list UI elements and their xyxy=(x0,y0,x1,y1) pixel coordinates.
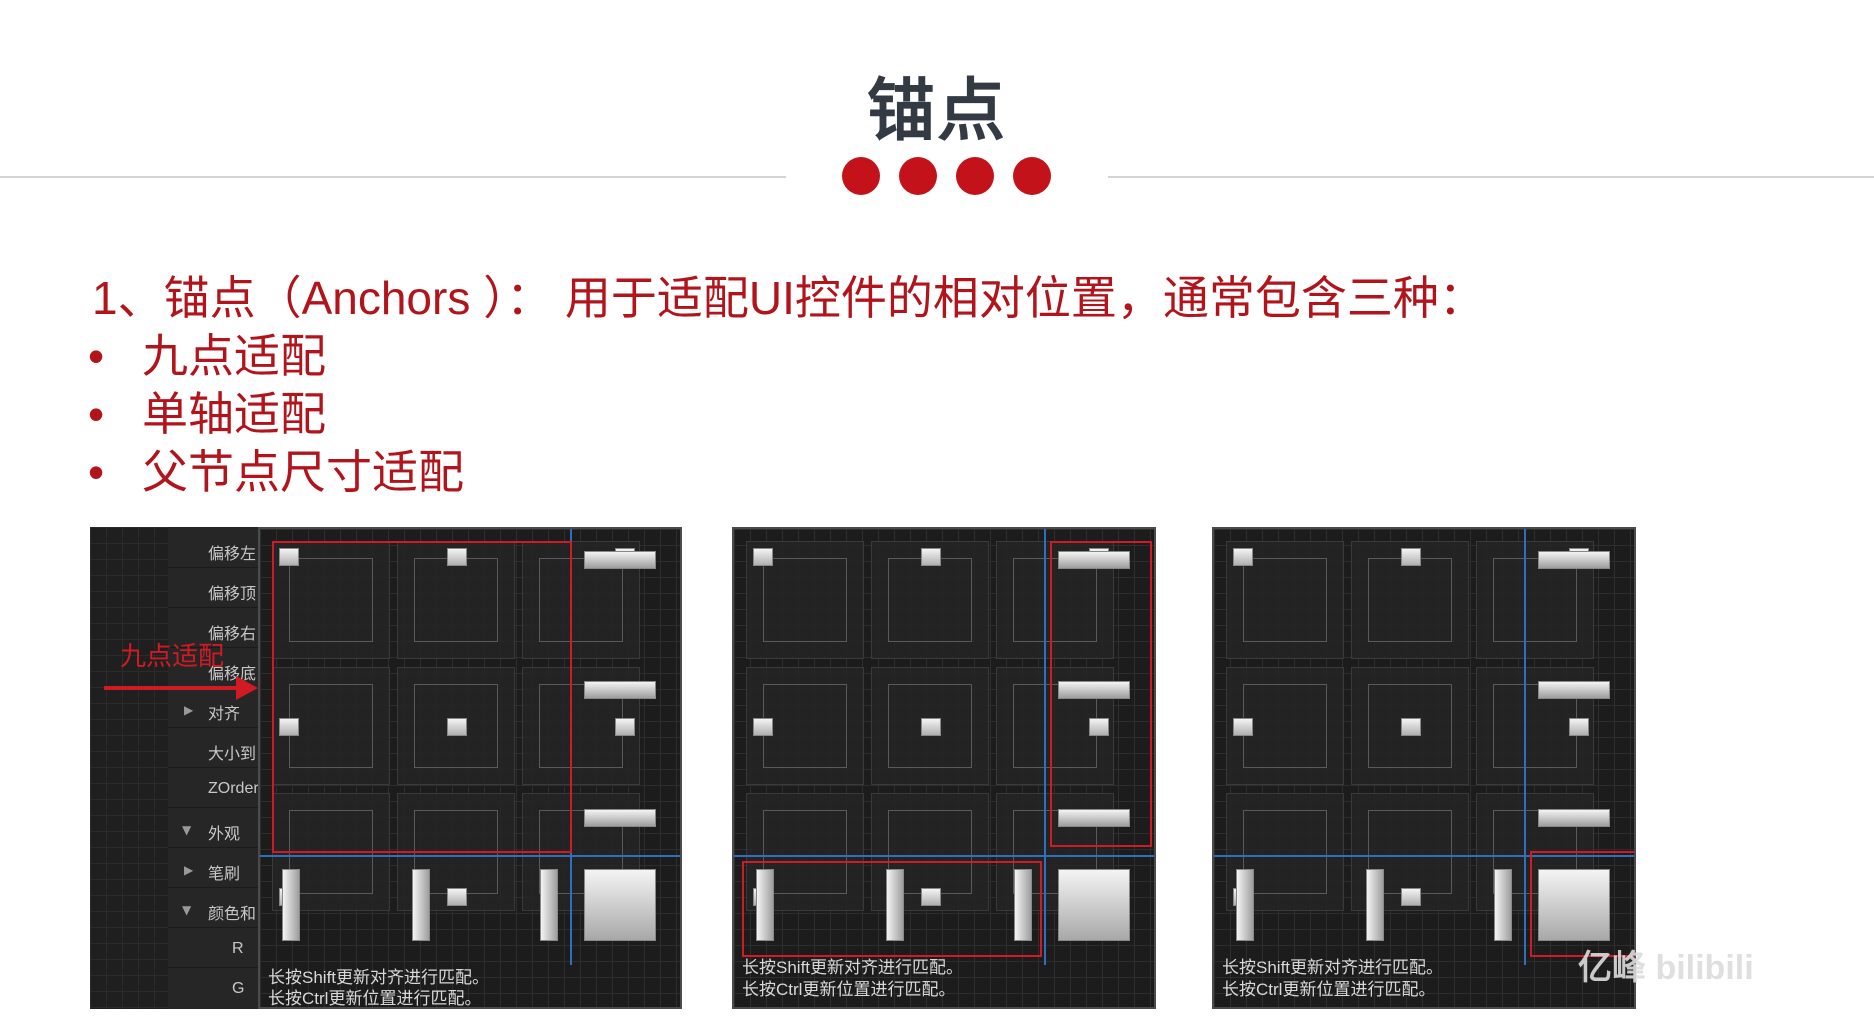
anchor-stretch-top[interactable] xyxy=(584,551,656,569)
hint-ctrl: 长按Ctrl更新位置进行匹配。 xyxy=(268,989,482,1008)
collapse-arrow-icon[interactable]: ▼ xyxy=(182,903,191,917)
bullet-item: • 父节点尺寸适配 xyxy=(88,436,464,502)
bullet-item: • 单轴适配 xyxy=(88,378,326,444)
expand-arrow-icon[interactable]: ▶ xyxy=(184,863,193,877)
title-dot xyxy=(956,157,994,195)
prop-label-appearance[interactable]: 外观 xyxy=(208,820,240,844)
hint-shift: 长按Shift更新对齐进行匹配。 xyxy=(742,958,964,977)
anchor-stretch-center-v[interactable] xyxy=(1366,869,1384,941)
anchor-cell-top-center[interactable] xyxy=(871,541,989,659)
anchor-panel-parent-size: 长按Shift更新对齐进行匹配。 长按Ctrl更新位置进行匹配。 xyxy=(1212,527,1636,1009)
prop-label-offset-top[interactable]: 偏移顶 xyxy=(208,580,256,604)
anchor-cell-top-left[interactable] xyxy=(746,541,864,659)
anchor-stretch-top[interactable] xyxy=(1538,551,1610,569)
anchor-panel-nine-point: 长按Shift更新对齐进行匹配。 长按Ctrl更新位置进行匹配。 xyxy=(258,527,682,1009)
row-divider xyxy=(168,607,262,608)
anchor-stretch-left[interactable] xyxy=(282,869,300,941)
prop-label-alignment[interactable]: 对齐 xyxy=(208,700,240,724)
row-divider xyxy=(168,567,262,568)
highlight-nine-point xyxy=(272,541,572,853)
sidebar-gutter xyxy=(90,527,168,1009)
prop-label-size-to[interactable]: 大小到 xyxy=(208,740,256,764)
details-sidebar: 偏移左 偏移顶 偏移右 偏移底 ▶ 对齐 大小到 ZOrder ▼ 外观 ▶ 笔… xyxy=(90,527,262,1009)
anchor-stretch-right[interactable] xyxy=(540,869,558,941)
bullet-item: • 九点适配 xyxy=(88,320,326,386)
anchor-cell-center[interactable] xyxy=(871,667,989,785)
expand-arrow-icon[interactable]: ▶ xyxy=(184,703,193,717)
page-title: 锚点 xyxy=(866,72,1007,151)
hint-ctrl: 长按Ctrl更新位置进行匹配。 xyxy=(742,980,956,999)
prop-label-g[interactable]: G xyxy=(232,980,244,998)
anchor-cell-middle-left[interactable] xyxy=(1226,667,1344,785)
hint-shift: 长按Shift更新对齐进行匹配。 xyxy=(1222,958,1444,977)
prop-label-brush[interactable]: 笔刷 xyxy=(208,860,240,884)
title-dot xyxy=(1013,157,1051,195)
highlight-single-axis-vertical xyxy=(1050,541,1152,847)
anchor-panel-single-axis: 长按Shift更新对齐进行匹配。 长按Ctrl更新位置进行匹配。 xyxy=(732,527,1156,1009)
intro-text: 1、锚点（Anchors ）： 用于适配UI控件的相对位置，通常包含三种： xyxy=(92,272,1485,324)
anchor-stretch-full[interactable] xyxy=(1058,869,1130,941)
anchor-stretch-full[interactable] xyxy=(584,869,656,941)
row-divider xyxy=(168,807,262,808)
anchor-stretch-middle-h[interactable] xyxy=(584,681,656,699)
annotation-arrow xyxy=(104,686,240,690)
hint-ctrl: 长按Ctrl更新位置进行匹配。 xyxy=(1222,980,1436,999)
anchor-cell-middle-left[interactable] xyxy=(746,667,864,785)
bullet-text: 父节点尺寸适配 xyxy=(142,446,464,498)
prop-label-r[interactable]: R xyxy=(232,940,244,958)
panel-divider-v xyxy=(1044,529,1046,965)
hint-shift: 长按Shift更新对齐进行匹配。 xyxy=(268,968,490,987)
prop-label-zorder[interactable]: ZOrder xyxy=(208,780,259,798)
row-divider xyxy=(168,767,262,768)
row-divider xyxy=(168,847,262,848)
title-dot xyxy=(842,157,880,195)
anchor-stretch-middle-h[interactable] xyxy=(1538,681,1610,699)
collapse-arrow-icon[interactable]: ▼ xyxy=(182,823,191,837)
annotation-label: 九点适配 xyxy=(120,641,225,671)
anchor-stretch-center-v[interactable] xyxy=(412,869,430,941)
bullet-mark: • xyxy=(88,446,105,498)
panel-divider-h xyxy=(260,855,680,857)
title-rule-right xyxy=(1108,176,1874,178)
row-divider xyxy=(168,927,262,928)
anchor-stretch-bottom[interactable] xyxy=(1538,809,1610,827)
bullet-mark: • xyxy=(88,388,105,440)
bullet-mark: • xyxy=(88,330,105,382)
title-rule-left xyxy=(0,176,786,178)
title-dot xyxy=(899,157,937,195)
panel-divider-h xyxy=(734,855,1154,857)
anchor-stretch-bottom[interactable] xyxy=(584,809,656,827)
bullet-text: 九点适配 xyxy=(142,330,326,382)
row-divider xyxy=(168,727,262,728)
row-divider xyxy=(168,887,262,888)
anchor-cell-top-left[interactable] xyxy=(1226,541,1344,659)
anchor-stretch-right[interactable] xyxy=(1494,869,1512,941)
anchor-cell-top-center[interactable] xyxy=(1351,541,1469,659)
prop-label-offset-left[interactable]: 偏移左 xyxy=(208,540,256,564)
prop-label-color[interactable]: 颜色和 xyxy=(208,900,256,924)
panel-divider-v xyxy=(1524,529,1526,965)
bullet-text: 单轴适配 xyxy=(142,388,326,440)
arrowhead-icon xyxy=(236,676,258,700)
watermark: 亿峰 bilibili xyxy=(1578,949,1754,987)
anchor-cell-center[interactable] xyxy=(1351,667,1469,785)
highlight-single-axis-horizontal xyxy=(742,861,1042,957)
row-divider xyxy=(168,967,262,968)
anchor-stretch-left[interactable] xyxy=(1236,869,1254,941)
